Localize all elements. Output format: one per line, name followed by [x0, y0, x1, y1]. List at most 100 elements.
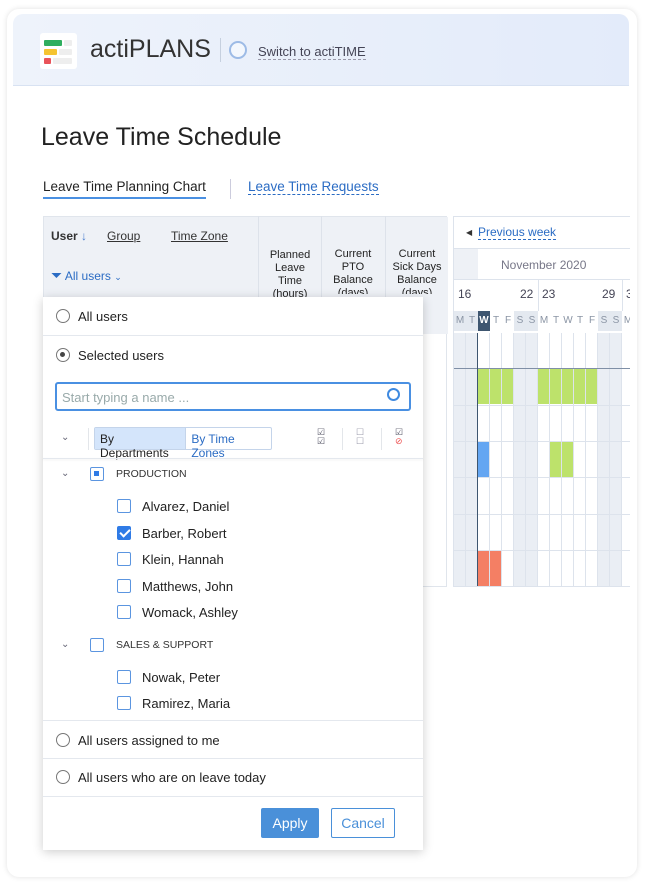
date-label: 29: [602, 287, 616, 301]
radio-on-leave-today[interactable]: [56, 770, 70, 784]
date-label: 3: [626, 287, 630, 301]
day-column: [526, 333, 538, 586]
tab-leave-time-requests[interactable]: Leave Time Requests: [248, 179, 379, 195]
grouping-toggle: By Departments By Time Zones: [94, 427, 272, 460]
expand-chevron-icon[interactable]: ⌄: [61, 639, 69, 650]
day-column: [514, 333, 526, 586]
leave-bar-green[interactable]: [478, 369, 489, 404]
day-letter: S: [526, 311, 538, 331]
radio-all-users[interactable]: [56, 309, 70, 323]
divider: [43, 720, 423, 721]
leave-bar-green[interactable]: [562, 369, 573, 404]
day-letter: F: [502, 311, 514, 331]
divider: [342, 428, 343, 450]
cancel-button[interactable]: Cancel: [331, 808, 395, 838]
user-checkbox[interactable]: [117, 696, 131, 710]
divider: [381, 428, 382, 450]
row-divider: [454, 586, 630, 587]
today-line: [477, 333, 478, 586]
user-checkbox[interactable]: [117, 578, 131, 593]
select-all-icon[interactable]: ☑ ☑: [317, 428, 325, 446]
date-label: 22: [520, 287, 534, 301]
day-letter: S: [610, 311, 622, 331]
divider: [454, 248, 630, 249]
user-checkbox[interactable]: [117, 605, 131, 619]
user-tree: ⌄ PRODUCTION Alvarez, Daniel Barber, Robert…: [43, 459, 423, 719]
day-letter: W: [478, 311, 490, 331]
leave-gantt-chart: ◀ Previous week November 2020 16 22 23 29…: [453, 216, 630, 587]
group-checkbox[interactable]: [90, 637, 104, 652]
leave-bar-green[interactable]: [550, 442, 561, 477]
day-letter: F: [586, 311, 598, 331]
month-spacer: [454, 249, 478, 279]
by-departments-button[interactable]: By Departments: [95, 428, 187, 460]
deselect-all-icon[interactable]: ☐ ☐: [356, 428, 364, 446]
group-checkbox[interactable]: [90, 467, 104, 481]
divider: [88, 428, 89, 450]
group-link[interactable]: Group: [107, 229, 140, 243]
user-filter-dropdown[interactable]: ⏷ All users ⌄: [51, 267, 122, 284]
filter-icon: ⏷: [51, 267, 63, 283]
chevron-down-icon: ⌄: [114, 272, 122, 282]
leave-bar-blue[interactable]: [478, 442, 489, 477]
app-name: actiPLANS: [90, 35, 211, 63]
assigned-to-me-label: All users assigned to me: [78, 733, 220, 748]
leave-bar-green[interactable]: [490, 369, 501, 404]
actitime-clock-icon: [229, 41, 247, 59]
divider: [43, 758, 423, 759]
day-column: [610, 333, 622, 586]
user-name: Matthews, John: [142, 578, 234, 594]
page-title: Leave Time Schedule: [41, 123, 282, 151]
user-checkbox[interactable]: [117, 669, 131, 684]
collapse-all-chevron-icon[interactable]: ⌄: [61, 432, 69, 443]
user-name: Alvarez, Daniel: [142, 499, 230, 514]
user-name: Nowak, Peter: [142, 669, 221, 685]
day-column: [598, 333, 610, 586]
day-letter: M: [454, 311, 466, 331]
switch-to-actitime-link[interactable]: Switch to actiTIME: [258, 44, 366, 60]
filter-label: All users: [64, 269, 111, 283]
user-name: Ramirez, Maria: [142, 696, 231, 711]
user-checkbox[interactable]: [117, 499, 131, 513]
date-label: 16: [458, 287, 472, 301]
leave-bar-green[interactable]: [562, 442, 573, 477]
row-divider: [454, 477, 630, 478]
invert-selection-icon[interactable]: ☑ ⊘: [395, 428, 403, 446]
day-letter: W: [562, 311, 574, 331]
time-zone-link[interactable]: Time Zone: [171, 229, 228, 243]
leave-bar-red[interactable]: [490, 551, 501, 586]
user-search-input[interactable]: Start typing a name ...: [55, 382, 411, 411]
sort-user-label: User: [51, 229, 78, 243]
user-checkbox[interactable]: [117, 525, 131, 540]
user-name: Womack, Ashley: [142, 605, 238, 620]
leave-bar-green[interactable]: [502, 369, 513, 404]
by-time-zones-button[interactable]: By Time Zones: [186, 428, 271, 460]
search-icon[interactable]: [387, 388, 400, 401]
divider: [454, 279, 630, 280]
day-letter: M: [622, 311, 630, 331]
leave-bar-red[interactable]: [478, 551, 489, 586]
group-label: SALES & SUPPORT: [116, 638, 214, 651]
sort-user-button[interactable]: User ↓: [51, 229, 87, 243]
on-leave-today-label: All users who are on leave today: [78, 770, 266, 785]
expand-chevron-icon[interactable]: ⌄: [61, 468, 69, 479]
divider: [43, 796, 423, 797]
tab-leave-time-planning-chart[interactable]: Leave Time Planning Chart: [43, 179, 206, 199]
day-letter: T: [574, 311, 586, 331]
radio-selected-users[interactable]: [56, 348, 70, 362]
apply-button[interactable]: Apply: [261, 808, 319, 838]
leave-bar-green[interactable]: [550, 369, 561, 404]
leave-bar-green[interactable]: [574, 369, 585, 404]
leave-bar-green[interactable]: [586, 369, 597, 404]
radio-assigned-to-me[interactable]: [56, 733, 70, 747]
user-checkbox[interactable]: [117, 552, 131, 566]
group-label: PRODUCTION: [116, 468, 187, 480]
day-letter: M: [538, 311, 550, 331]
leave-bar-green[interactable]: [538, 369, 549, 404]
day-letter: S: [514, 311, 526, 331]
previous-week-label: Previous week: [478, 225, 557, 240]
row-divider: [454, 405, 630, 406]
previous-week-button[interactable]: ◀ Previous week: [466, 225, 557, 240]
arrow-down-icon: ↓: [81, 229, 88, 243]
day-column: [454, 333, 466, 586]
